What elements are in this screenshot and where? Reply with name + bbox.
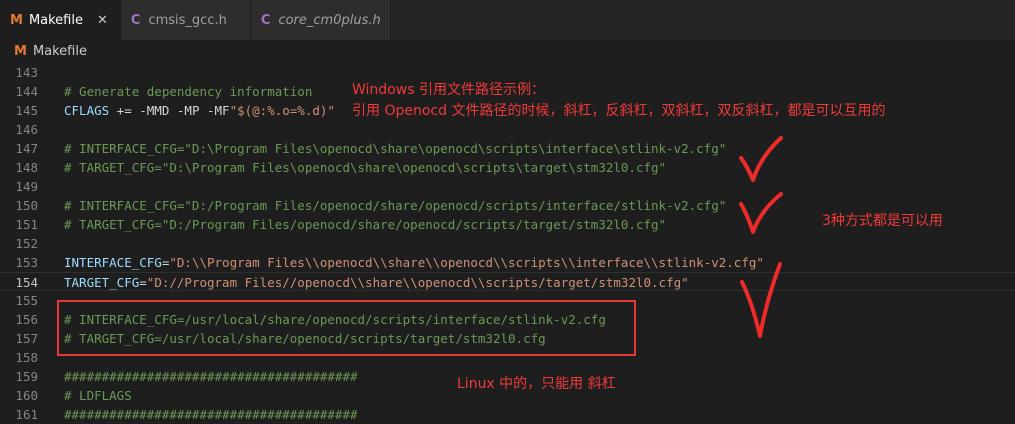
breadcrumb: M Makefile — [0, 40, 1015, 62]
code-token: = — [139, 275, 147, 290]
c-file-icon: C — [130, 12, 141, 28]
line-number: 149 — [15, 179, 38, 194]
code-token: ####################################### — [64, 407, 358, 422]
line-number: 147 — [15, 141, 38, 156]
code-line[interactable]: 154 TARGET_CFG="D://Program Files//openoc… — [0, 272, 1015, 291]
code-line[interactable]: 146 — [0, 120, 1015, 139]
line-number: 155 — [15, 293, 38, 308]
code-token: TARGET_CFG — [64, 275, 140, 290]
code-token: # LDFLAGS — [64, 388, 132, 403]
line-number: 159 — [15, 369, 38, 384]
code-text: # TARGET_CFG="D:\Program Files\openocd\s… — [64, 158, 666, 177]
code-token: "D:\\Program Files\\openocd\\share\\open… — [169, 255, 764, 270]
code-line[interactable]: 148 # TARGET_CFG="D:\Program Files\openoc… — [0, 158, 1015, 177]
code-token: "D://Program Files//openocd\\share\\open… — [146, 275, 689, 290]
line-number: 148 — [15, 160, 38, 175]
code-text: INTERFACE_CFG="D:\\Program Files\\openoc… — [64, 253, 764, 272]
code-token: CFLAGS — [64, 103, 110, 118]
makefile-icon: M — [14, 43, 27, 59]
code-token: # INTERFACE_CFG="D:\Program Files\openoc… — [64, 141, 727, 156]
code-text: # INTERFACE_CFG="D:\Program Files\openoc… — [64, 139, 726, 158]
line-number: 151 — [15, 217, 38, 232]
code-token: # TARGET_CFG="D:\Program Files\openocd\s… — [64, 160, 667, 175]
code-token: # TARGET_CFG="D:/Program Files/openocd/s… — [64, 217, 667, 232]
code-line[interactable]: 147 # INTERFACE_CFG="D:\Program Files\ope… — [0, 139, 1015, 158]
code-text: # INTERFACE_CFG="D:/Program Files/openoc… — [64, 196, 726, 215]
line-number: 160 — [15, 388, 38, 403]
tab-bar: M Makefile ✕ C cmsis_gcc.h C core_cm0plu… — [0, 0, 1015, 40]
highlight-box — [57, 300, 636, 356]
tab-makefile[interactable]: M Makefile ✕ — [0, 0, 121, 40]
windows-annotation-desc: 引用 Openocd 文件路径的时候，斜杠，反斜杠，双斜杠，双反斜杠，都是可以互… — [352, 103, 886, 119]
line-number: 157 — [15, 331, 38, 346]
line-number: 144 — [15, 84, 38, 99]
line-number: 150 — [15, 198, 38, 213]
tab-cmsis-gcc[interactable]: C cmsis_gcc.h — [120, 0, 251, 40]
three-ways-annotation: 3种方式都是可以用 — [822, 213, 943, 229]
line-number: 158 — [15, 350, 38, 365]
close-icon[interactable]: ✕ — [97, 13, 108, 28]
code-text: # LDFLAGS — [64, 386, 132, 405]
makefile-icon: M — [10, 12, 23, 28]
checkmark-icon — [739, 136, 783, 182]
code-text: ####################################### — [64, 367, 358, 386]
c-file-icon: C — [260, 12, 271, 28]
code-text: CFLAGS += -MMD -MP -MF"$(@:%.o=%.d)" — [64, 101, 335, 120]
checkmark-icon — [739, 192, 783, 234]
code-token: "$(@:%.o=%.d)" — [229, 103, 335, 118]
code-text: ####################################### — [64, 405, 358, 424]
code-line[interactable]: 152 — [0, 234, 1015, 253]
line-number: 143 — [15, 65, 38, 80]
code-text: # Generate dependency information — [64, 82, 312, 101]
code-line[interactable]: 149 — [0, 177, 1015, 196]
windows-annotation-title: Windows 引用文件路径示例： — [352, 82, 545, 98]
line-number: 153 — [15, 255, 38, 270]
tab-core-cm0plus[interactable]: C core_cm0plus.h — [250, 0, 391, 40]
code-token: # Generate dependency information — [64, 84, 313, 99]
linux-annotation: Linux 中的，只能用 斜杠 — [457, 376, 616, 392]
code-token: INTERFACE_CFG — [64, 255, 162, 270]
tab-label: cmsis_gcc.h — [148, 12, 227, 28]
breadcrumb-item-makefile[interactable]: Makefile — [33, 44, 87, 59]
tab-label: core_cm0plus.h — [278, 12, 381, 28]
code-line[interactable]: 153 INTERFACE_CFG="D:\\Program Files\\ope… — [0, 253, 1015, 272]
line-number: 146 — [15, 122, 38, 137]
checkmark-icon — [740, 262, 782, 338]
line-number: 154 — [15, 275, 38, 290]
line-number: 156 — [15, 312, 38, 327]
tab-label: Makefile — [28, 12, 83, 28]
code-token: # INTERFACE_CFG="D:/Program Files/openoc… — [64, 198, 727, 213]
code-text: # TARGET_CFG="D:/Program Files/openocd/s… — [64, 215, 666, 234]
code-token: ####################################### — [64, 369, 358, 384]
code-token: += -MMD -MP -MF — [109, 103, 230, 118]
code-line[interactable]: 161 #####################################… — [0, 405, 1015, 424]
line-number: 152 — [15, 236, 38, 251]
line-number: 145 — [15, 103, 38, 118]
code-text: TARGET_CFG="D://Program Files//openocd\\… — [64, 273, 689, 292]
line-number: 161 — [15, 407, 38, 422]
